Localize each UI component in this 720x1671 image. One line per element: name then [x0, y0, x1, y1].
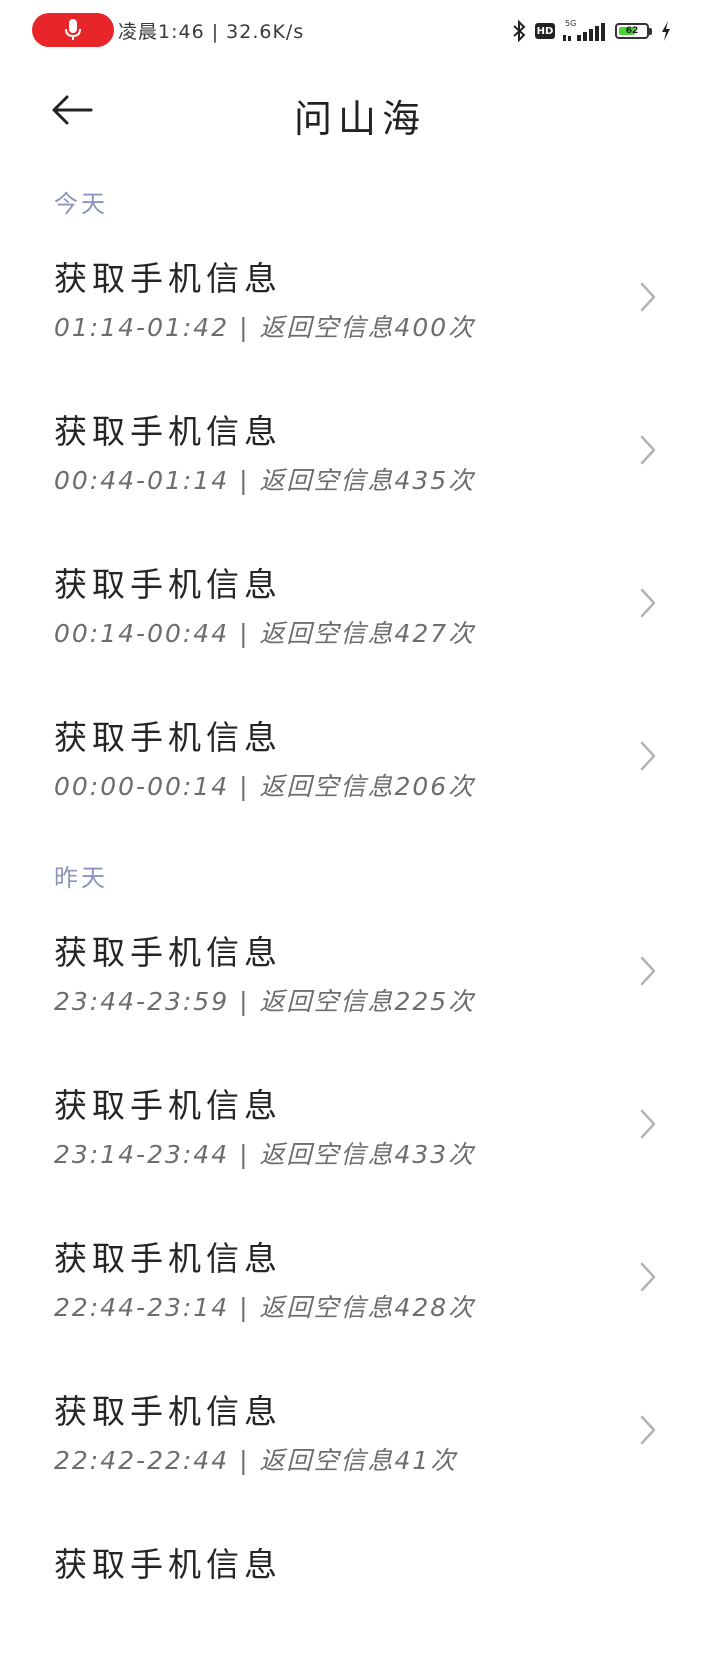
- item-note: 返回空信息427次: [259, 619, 476, 648]
- item-title: 获取手机信息: [54, 259, 282, 298]
- list-item[interactable]: 获取手机信息 23:14-23:44 | 返回空信息433次: [0, 1059, 720, 1212]
- time-range: 01:14-01:42: [54, 313, 230, 342]
- chevron-right-icon: [640, 1109, 656, 1143]
- subtitle-divider: |: [229, 466, 260, 495]
- mic-recording-indicator[interactable]: [32, 13, 114, 47]
- network-speed: 32.6K/s: [226, 21, 305, 43]
- item-note: 返回空信息428次: [259, 1293, 476, 1322]
- subtitle-divider: |: [229, 1446, 260, 1475]
- chevron-right-icon: [640, 588, 656, 622]
- list-item[interactable]: 获取手机信息 22:42-22:44 | 返回空信息41次: [0, 1365, 720, 1518]
- chevron-right-icon: [640, 1415, 656, 1449]
- app-header: 问山海: [0, 62, 720, 158]
- item-title: 获取手机信息: [54, 1392, 282, 1431]
- time-range: 23:44-23:59: [54, 987, 230, 1016]
- item-subtitle: 23:44-23:59 | 返回空信息225次: [54, 982, 475, 1018]
- microphone-icon: [65, 19, 81, 40]
- signal-strength-icon: 5G: [563, 19, 607, 43]
- battery-level: 62: [625, 26, 639, 36]
- item-subtitle: 22:44-23:14 | 返回空信息428次: [54, 1288, 475, 1324]
- section-header: 昨天: [54, 863, 108, 892]
- bluetooth-icon: [513, 19, 526, 43]
- status-bar: 凌晨1:46 | 32.6K/s HD 5G 62: [0, 0, 720, 62]
- item-title: 获取手机信息: [54, 1545, 282, 1584]
- chevron-right-icon: [640, 435, 656, 469]
- item-title: 获取手机信息: [54, 565, 282, 604]
- subtitle-divider: |: [229, 1140, 260, 1169]
- subtitle-divider: |: [229, 619, 260, 648]
- list-item[interactable]: 获取手机信息 00:14-00:44 | 返回空信息427次: [0, 538, 720, 691]
- item-title: 获取手机信息: [54, 1239, 282, 1278]
- list-item[interactable]: 获取手机信息 00:44-01:14 | 返回空信息435次: [0, 385, 720, 538]
- list-item[interactable]: 获取手机信息: [0, 1518, 720, 1671]
- status-icons: HD 5G 62: [511, 16, 672, 46]
- subtitle-divider: |: [229, 1293, 260, 1322]
- subtitle-divider: |: [229, 772, 260, 801]
- time-range: 22:44-23:14: [54, 1293, 230, 1322]
- time-range: 00:14-00:44: [54, 619, 230, 648]
- chevron-right-icon: [640, 741, 656, 775]
- history-list: 今天 获取手机信息 01:14-01:42 | 返回空信息400次 获取手机信息 00:…: [0, 170, 720, 1671]
- subtitle-divider: |: [229, 313, 260, 342]
- item-title: 获取手机信息: [54, 412, 282, 451]
- page-title: 问山海: [293, 97, 426, 141]
- charging-icon: [662, 21, 670, 41]
- item-subtitle: 01:14-01:42 | 返回空信息400次: [54, 308, 475, 344]
- list-item[interactable]: 获取手机信息 01:14-01:42 | 返回空信息400次: [0, 232, 720, 385]
- status-divider: |: [211, 21, 227, 43]
- list-item[interactable]: 获取手机信息 23:44-23:59 | 返回空信息225次: [0, 906, 720, 1059]
- item-title: 获取手机信息: [54, 1086, 282, 1125]
- time-range: 23:14-23:44: [54, 1140, 230, 1169]
- item-note: 返回空信息400次: [259, 313, 476, 342]
- item-note: 返回空信息206次: [259, 772, 476, 801]
- item-subtitle: 00:00-00:14 | 返回空信息206次: [54, 767, 475, 803]
- subtitle-divider: |: [229, 987, 260, 1016]
- section-header: 今天: [54, 189, 108, 218]
- battery-icon: 62: [615, 23, 652, 39]
- chevron-right-icon: [640, 956, 656, 990]
- chevron-right-icon: [640, 282, 656, 316]
- list-item[interactable]: 获取手机信息 22:44-23:14 | 返回空信息428次: [0, 1212, 720, 1365]
- item-subtitle: 00:14-00:44 | 返回空信息427次: [54, 614, 475, 650]
- list-item[interactable]: 获取手机信息 00:00-00:14 | 返回空信息206次: [0, 691, 720, 844]
- item-note: 返回空信息433次: [259, 1140, 476, 1169]
- item-note: 返回空信息435次: [259, 466, 476, 495]
- item-subtitle: 22:42-22:44 | 返回空信息41次: [54, 1441, 457, 1477]
- item-subtitle: 23:14-23:44 | 返回空信息433次: [54, 1135, 475, 1171]
- time-range: 00:44-01:14: [54, 466, 230, 495]
- clock: 凌晨1:46: [118, 21, 205, 43]
- time-range: 22:42-22:44: [54, 1446, 230, 1475]
- item-note: 返回空信息41次: [259, 1446, 458, 1475]
- hd-voice-icon: HD: [535, 23, 555, 39]
- time-range: 00:00-00:14: [54, 772, 230, 801]
- item-title: 获取手机信息: [54, 718, 282, 757]
- item-subtitle: 00:44-01:14 | 返回空信息435次: [54, 461, 475, 497]
- status-time-speed: 凌晨1:46 | 32.6K/s: [118, 17, 304, 44]
- item-title: 获取手机信息: [54, 933, 282, 972]
- item-note: 返回空信息225次: [259, 987, 476, 1016]
- chevron-right-icon: [640, 1262, 656, 1296]
